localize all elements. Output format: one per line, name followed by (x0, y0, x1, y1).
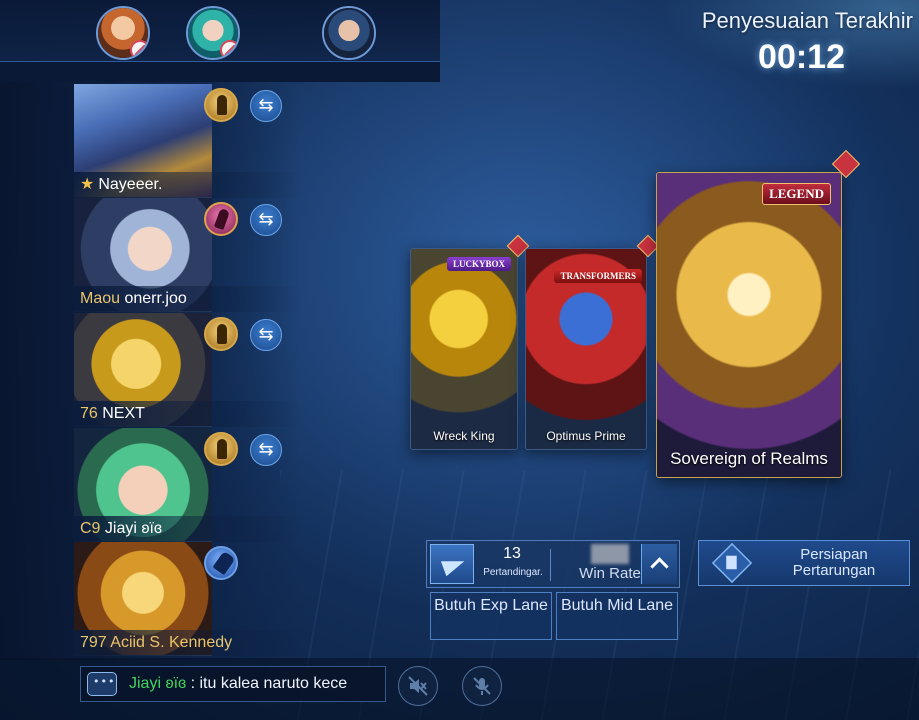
need-exp-lane-button[interactable]: Butuh Exp Lane (430, 592, 552, 640)
speaker-muted-icon (399, 667, 437, 705)
skin-card-optimus-prime[interactable]: TRANSFORMERS Optimus Prime (525, 248, 647, 450)
team-player-3[interactable]: ⇆ 76 NEXT (74, 313, 304, 427)
skin-art (657, 173, 841, 477)
mute-sound-button[interactable] (398, 666, 438, 706)
mute-mic-button[interactable] (462, 666, 502, 706)
need-mid-lane-button[interactable]: Butuh Mid Lane (556, 592, 678, 640)
chat-text: : itu kalea naruto kece (190, 675, 348, 692)
skin-art (411, 249, 517, 449)
fighter-icon (204, 432, 238, 466)
player-name: Jiayi ʚïɞ (104, 520, 163, 537)
player-tag: Maou (80, 290, 121, 307)
skin-badge: LUCKYBOX (446, 257, 511, 271)
timer-label: Penyesuaian Terakhir (701, 8, 913, 33)
player-tag: 76 (80, 405, 98, 422)
skin-card-sovereign-of-realms[interactable]: LEGEND Sovereign of Realms (656, 172, 842, 478)
skin-name: Sovereign of Realms (670, 449, 828, 468)
battle-prep-button[interactable]: Persiapan Pertarungan (698, 540, 910, 586)
mic-muted-icon (463, 667, 501, 705)
player-name: NEXT (102, 405, 145, 422)
skin-badge: LEGEND (762, 183, 831, 205)
winrate-value-hidden (591, 544, 629, 564)
fighter-icon (204, 88, 238, 122)
chat-bubble-icon[interactable] (87, 672, 117, 696)
player-name: Nayeeer. (98, 176, 163, 193)
player-tag: C9 (80, 520, 101, 537)
hero-face-image (324, 8, 374, 58)
document-icon (711, 542, 753, 584)
star-icon: ★ (80, 176, 95, 193)
stats-panel: 13 Pertandingar. Win Rate (426, 540, 680, 588)
player-tag: 797 (80, 634, 107, 651)
divider (550, 549, 551, 581)
swap-hero-button[interactable]: ⇆ (250, 319, 282, 351)
countdown-timer: 00:12 (758, 38, 845, 76)
team-player-4[interactable]: ⇆ C9 Jiayi ʚïɞ (74, 428, 304, 542)
battle-prep-label: Persiapan Pertarungan (792, 546, 876, 579)
player-name-bar: Maou onerr.joo (74, 286, 304, 312)
chat-box[interactable]: Jiayi ʚïɞ : itu kalea naruto kece (80, 666, 386, 702)
chat-message: Jiayi ʚïɞ : itu kalea naruto kece (129, 675, 347, 693)
enemy-avatar-2 (186, 6, 240, 60)
player-name: onerr.joo (124, 290, 187, 307)
skin-name: Wreck King (433, 429, 495, 443)
player-name-bar: 797 Aciid S. Kennedy (74, 630, 304, 656)
mage-icon (204, 202, 238, 236)
chevron-up-icon[interactable] (641, 544, 677, 584)
skin-name: Optimus Prime (546, 429, 626, 443)
enemy-bar-underline (0, 62, 440, 82)
team-player-1[interactable]: ⇆ ★ Nayeeer. (74, 84, 304, 198)
team-player-2[interactable]: ⇆ Maou onerr.joo (74, 198, 304, 312)
skin-badge: TRANSFORMERS (554, 269, 642, 283)
swap-hero-button[interactable]: ⇆ (250, 204, 282, 236)
player-name-bar: 76 NEXT (74, 401, 304, 427)
skin-card-wreck-king[interactable]: LUCKYBOX Wreck King (410, 248, 518, 450)
player-name: Aciid S. Kennedy (110, 634, 233, 651)
ban-icon (220, 40, 238, 58)
enemy-ban-bar (0, 0, 440, 62)
enemy-avatar-1 (96, 6, 150, 60)
matches-count: 13 (503, 545, 521, 562)
player-name-bar: ★ Nayeeer. (74, 172, 304, 198)
fighter-icon (204, 317, 238, 351)
matches-label: Pertandingar. (483, 567, 543, 578)
team-player-5[interactable]: 797 Aciid S. Kennedy (74, 542, 304, 656)
chat-speaker: Jiayi ʚïɞ (129, 675, 187, 692)
ban-icon (130, 40, 148, 58)
swap-hero-button[interactable]: ⇆ (250, 434, 282, 466)
player-name-bar: C9 Jiayi ʚïɞ (74, 516, 304, 542)
assassin-icon (204, 546, 238, 580)
enemy-avatar-3 (322, 6, 376, 60)
send-stats-button[interactable] (430, 544, 474, 584)
swap-hero-button[interactable]: ⇆ (250, 90, 282, 122)
